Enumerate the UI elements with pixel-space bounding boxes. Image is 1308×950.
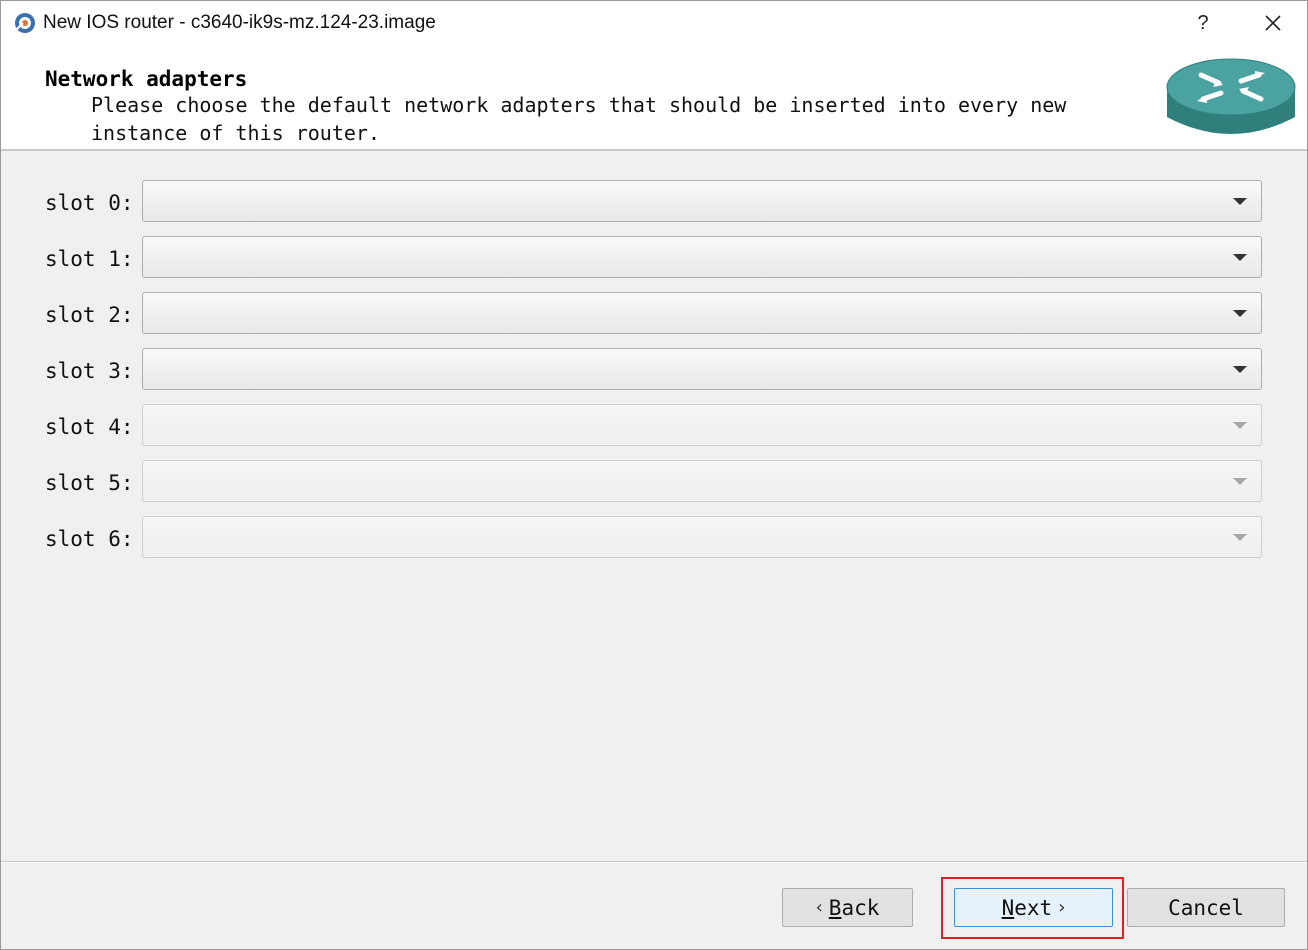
close-button[interactable] — [1253, 7, 1293, 39]
footer-divider-highlight — [1, 862, 1307, 863]
slot-2-combobox[interactable] — [142, 292, 1262, 334]
page-subtitle: Please choose the default network adapte… — [91, 91, 1091, 147]
slot-1-combobox[interactable] — [142, 236, 1262, 278]
next-button[interactable]: Next › — [954, 888, 1113, 927]
slot-4-combobox — [142, 404, 1262, 446]
slot-6-combobox — [142, 516, 1262, 558]
slot-2-label: slot 2: — [45, 303, 134, 327]
slot-6-label: slot 6: — [45, 527, 134, 551]
subtitle-line-2: instance of this router. — [91, 121, 380, 145]
slot-4-label: slot 4: — [45, 415, 134, 439]
slot-5-combobox — [142, 460, 1262, 502]
page-title: Network adapters — [45, 67, 248, 91]
subtitle-line-1: Please choose the default network adapte… — [91, 93, 1067, 117]
chevron-down-icon — [1233, 198, 1247, 205]
close-icon — [1265, 15, 1281, 31]
slot-0-label: slot 0: — [45, 191, 134, 215]
chevron-down-icon — [1233, 534, 1247, 541]
slot-1-label: slot 1: — [45, 247, 134, 271]
slot-5-label: slot 5: — [45, 471, 134, 495]
wizard-header: Network adapters Please choose the defau… — [1, 45, 1307, 151]
chevron-down-icon — [1233, 366, 1247, 373]
window-title: New IOS router - c3640-ik9s-mz.124-23.im… — [43, 12, 436, 33]
gns3-app-icon — [15, 13, 35, 33]
title-bar: New IOS router - c3640-ik9s-mz.124-23.im… — [1, 1, 1307, 45]
slot-3-combobox[interactable] — [142, 348, 1262, 390]
cancel-button[interactable]: Cancel — [1127, 888, 1285, 927]
next-button-label: Next — [1001, 895, 1053, 920]
slot-0-combobox[interactable] — [142, 180, 1262, 222]
back-button[interactable]: ‹ Back — [782, 888, 913, 927]
chevron-down-icon — [1233, 478, 1247, 485]
chevron-down-icon — [1233, 422, 1247, 429]
help-button[interactable]: ? — [1183, 7, 1223, 39]
chevron-left-icon: ‹ — [815, 897, 823, 918]
dialog-window: New IOS router - c3640-ik9s-mz.124-23.im… — [0, 0, 1308, 950]
chevron-down-icon — [1233, 254, 1247, 261]
chevron-right-icon: › — [1058, 897, 1066, 918]
chevron-down-icon — [1233, 310, 1247, 317]
back-button-label: Back — [828, 895, 880, 920]
slot-3-label: slot 3: — [45, 359, 134, 383]
router-icon — [1166, 58, 1296, 134]
